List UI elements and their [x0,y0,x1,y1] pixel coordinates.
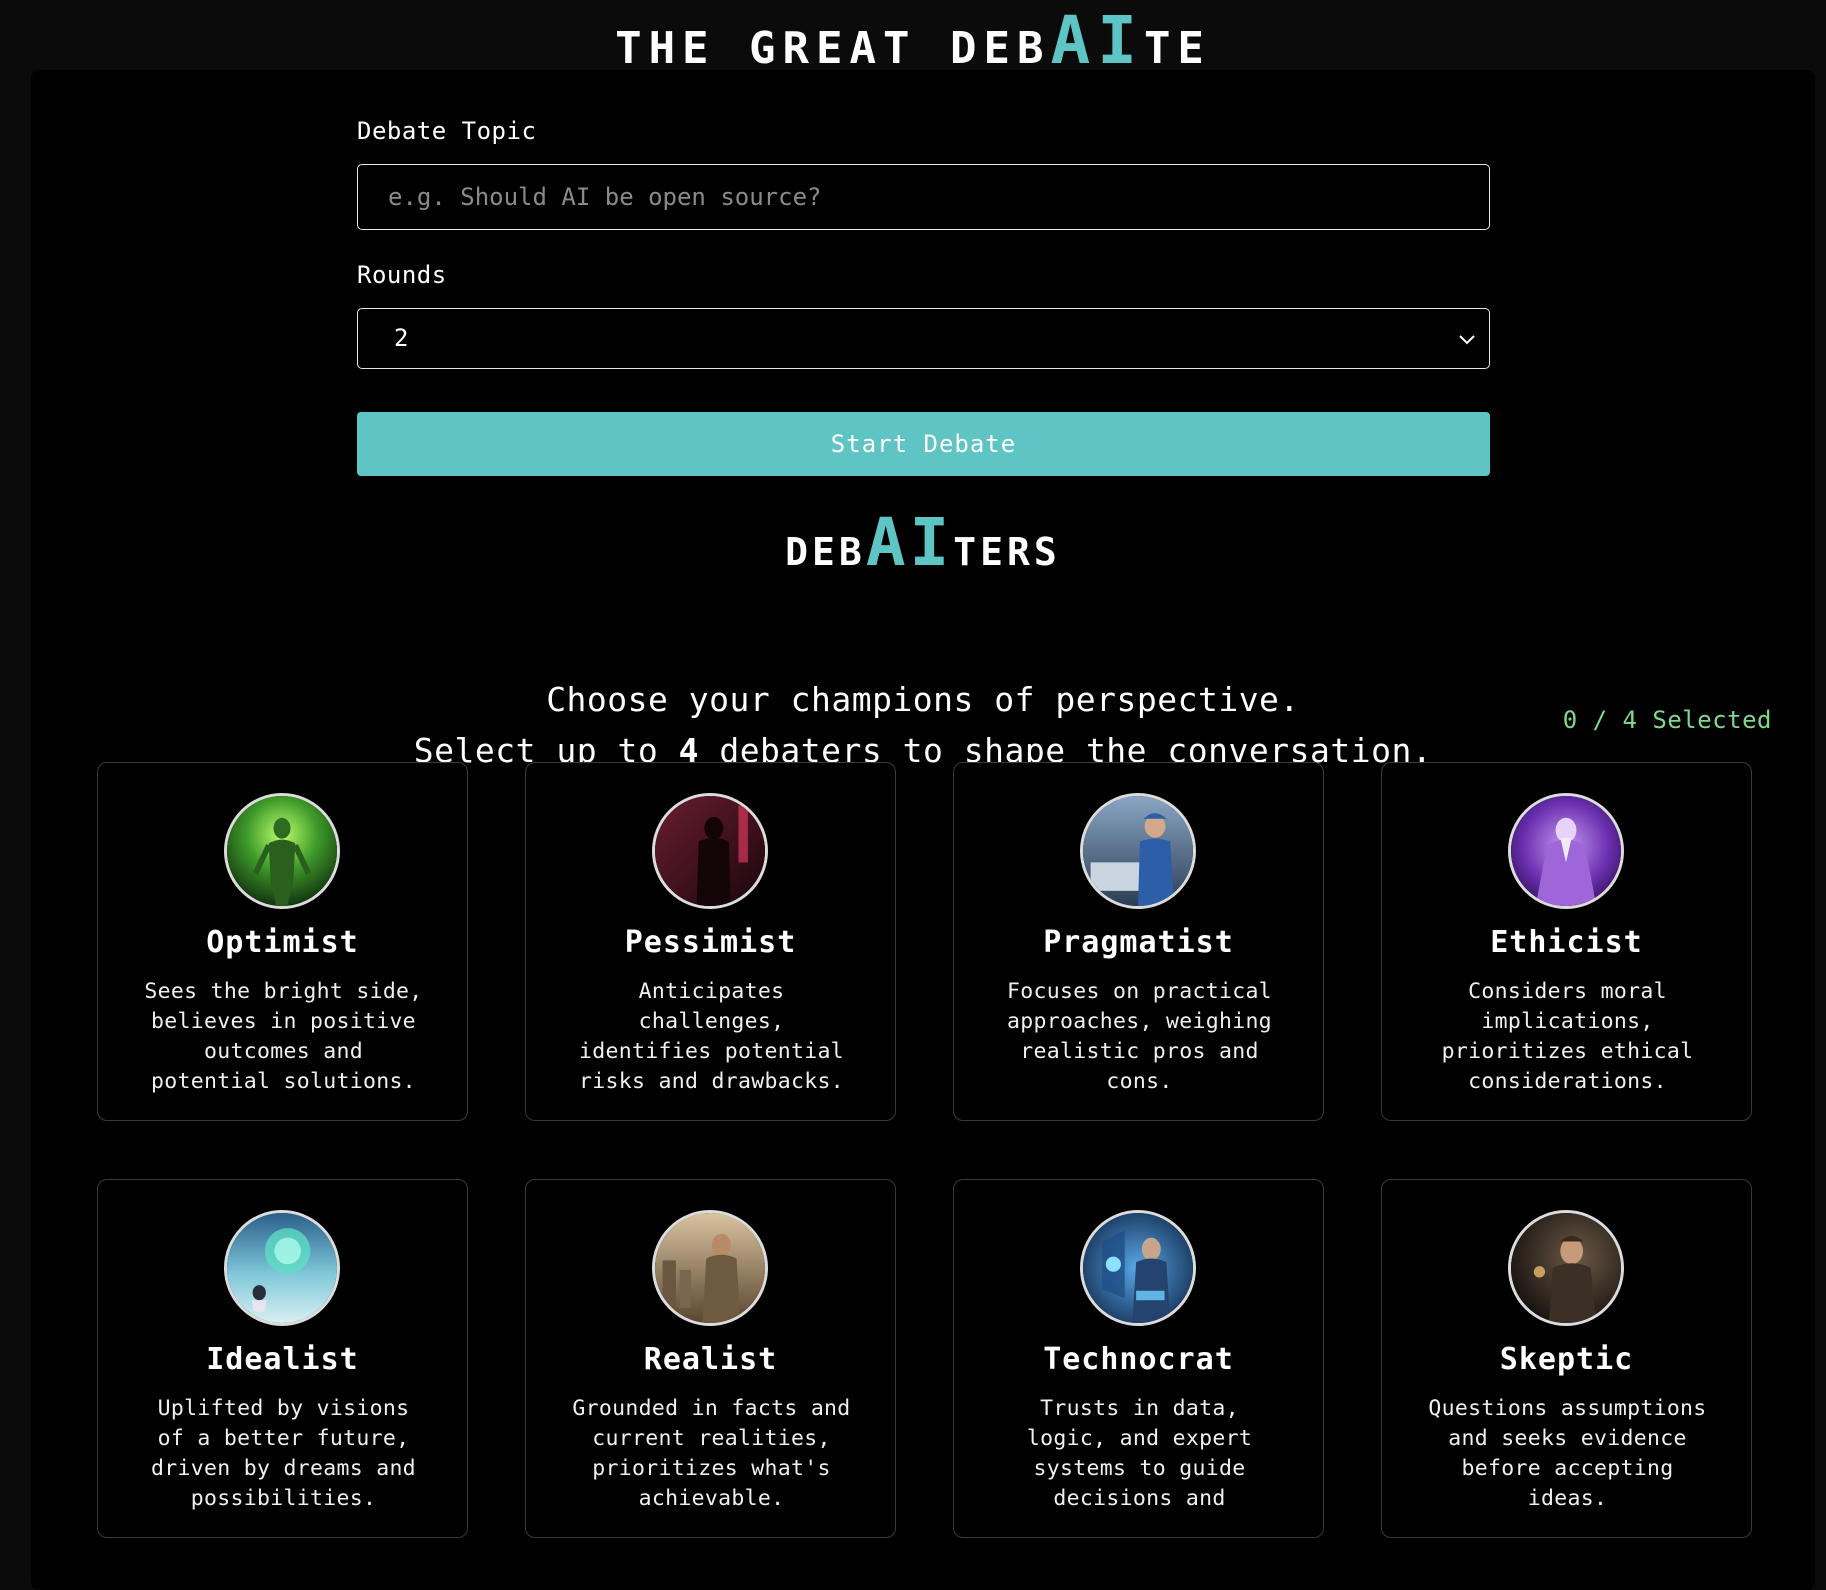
debater-card-ethicist[interactable]: Ethicist Considers moral implications, p… [1381,762,1752,1121]
debater-description: Sees the bright side, believes in positi… [144,979,423,1094]
debaters-title-prefix: DEB [785,530,866,574]
debater-card-idealist[interactable]: Idealist Uplifted by visions of a better… [97,1179,468,1538]
soldier-avatar-icon [652,1210,768,1326]
tech-operator-avatar-icon [1080,1210,1196,1326]
debater-name: Ethicist [1490,925,1643,960]
app-title-suffix: TE [1143,23,1211,74]
debaters-title-suffix: TERS [953,530,1061,574]
debater-name: Technocrat [1043,1342,1234,1377]
selected-count: 0 / 4 Selected [1562,706,1772,734]
app-title-prefix: THE GREAT DEB [615,23,1051,74]
debater-description: Grounded in facts and current realities,… [572,1396,851,1511]
start-debate-button[interactable]: Start Debate [357,412,1490,476]
engineer-avatar-icon [1080,793,1196,909]
debater-name: Optimist [206,925,359,960]
app-title: THE GREAT DEBAITE [0,0,1826,79]
debaters-title-ai: AI [865,504,954,581]
debater-name: Realist [643,1342,778,1377]
rounds-select[interactable]: 2 [357,308,1490,369]
topic-input[interactable] [357,164,1490,230]
rounds-label: Rounds [357,261,447,289]
debater-description: Considers moral implications, prioritize… [1441,979,1694,1094]
debater-card-realist[interactable]: Realist Grounded in facts and current re… [525,1179,896,1538]
main-panel: Debate Topic Rounds 2 Start Debate DEBAI… [31,70,1815,1590]
debater-name: Skeptic [1499,1342,1634,1377]
debate-form: Debate Topic Rounds 2 Start Debate [357,116,1490,476]
purple-sage-avatar-icon [1508,793,1624,909]
rounds-value: 2 [394,324,409,352]
debaters-title: DEBAITERS [31,500,1815,586]
debater-description: Questions assumptions and seeks evidence… [1428,1396,1707,1511]
debater-card-technocrat[interactable]: Technocrat Trusts in data, logic, and ex… [953,1179,1324,1538]
dark-red-figure-avatar-icon [652,793,768,909]
dreamer-avatar-icon [224,1210,340,1326]
debater-card-optimist[interactable]: Optimist Sees the bright side, believes … [97,762,468,1121]
thinker-avatar-icon [1508,1210,1624,1326]
topic-label: Debate Topic [357,117,537,145]
subtitle-line-1: Choose your champions of perspective. [546,680,1300,719]
debater-description: Focuses on practical approaches, weighin… [1007,979,1272,1094]
debater-card-pragmatist[interactable]: Pragmatist Focuses on practical approach… [953,762,1324,1121]
chevron-down-icon [1459,335,1475,345]
debater-name: Pragmatist [1043,925,1234,960]
green-figure-avatar-icon [224,793,340,909]
debater-card-skeptic[interactable]: Skeptic Questions assumptions and seeks … [1381,1179,1752,1538]
debater-card-pessimist[interactable]: Pessimist Anticipates challenges, identi… [525,762,896,1121]
debater-name: Idealist [206,1342,359,1377]
debater-description: Anticipates challenges, identifies poten… [579,979,844,1094]
app-title-ai: AI [1050,2,1144,79]
debater-description: Trusts in data, logic, and expert system… [1026,1396,1253,1511]
debaters-subtitle: Choose your champions of perspective. Se… [31,674,1815,776]
debater-name: Pessimist [624,925,797,960]
debater-description: Uplifted by visions of a better future, … [151,1396,416,1511]
